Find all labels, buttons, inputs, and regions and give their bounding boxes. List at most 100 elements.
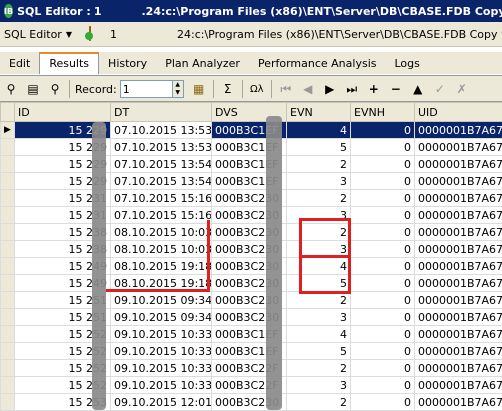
cell-dt[interactable]: 07.10.2015 15:16 [111,190,212,207]
col-header-evnh[interactable]: EVNH [351,103,415,122]
table-row[interactable]: 15 23107.10.2015 15:16000B3C230300000001… [1,207,502,224]
tab-history[interactable]: History [99,54,156,74]
cell-evnh[interactable]: 0 [351,139,415,156]
cell-evn[interactable]: 2 [287,156,351,173]
cell-dt[interactable]: 09.10.2015 09:34 [111,309,212,326]
cell-evn[interactable]: 2 [287,360,351,377]
cell-evnh[interactable]: 0 [351,394,415,411]
table-row[interactable]: 15 25209.10.2015 10:33000B3C1EF500000001… [1,343,502,360]
cell-evnh[interactable]: 0 [351,224,415,241]
sum-icon[interactable]: Σ [219,80,237,98]
cell-uid[interactable]: 0000001B7A67 [415,394,502,411]
table-row[interactable]: 15 23107.10.2015 15:16000B3C230200000001… [1,190,502,207]
cell-uid[interactable]: 0000001B7A67 [415,241,502,258]
cell-dt[interactable]: 07.10.2015 13:53 [111,139,212,156]
filter-settings-icon[interactable]: ▤ [24,80,42,98]
table-row[interactable]: 15 24908.10.2015 19:18000B3C230400000001… [1,258,502,275]
cell-dt[interactable]: 08.10.2015 19:18 [111,258,212,275]
post-icon[interactable]: ✓ [431,80,449,98]
cell-evnh[interactable]: 0 [351,292,415,309]
tab-performance-analysis[interactable]: Performance Analysis [249,54,386,74]
table-row[interactable]: 15 25209.10.2015 10:33000B3C1EF400000001… [1,326,502,343]
tab-plan-analyzer[interactable]: Plan Analyzer [156,54,249,74]
cell-uid[interactable]: 0000001B7A67 [415,122,502,139]
cell-evn[interactable]: 2 [287,224,351,241]
tab-edit[interactable]: Edit [0,54,39,74]
cell-uid[interactable]: 0000001B7A67 [415,156,502,173]
cell-dt[interactable]: 07.10.2015 13:54 [111,156,212,173]
cell-dt[interactable]: 07.10.2015 13:54 [111,173,212,190]
cell-evnh[interactable]: 0 [351,190,415,207]
cell-dt[interactable]: 08.10.2015 10:03 [111,224,212,241]
cell-evnh[interactable]: 0 [351,326,415,343]
cell-evn[interactable]: 5 [287,343,351,360]
cell-evn[interactable]: 2 [287,190,351,207]
cell-dt[interactable]: 09.10.2015 09:34 [111,292,212,309]
cell-dt[interactable]: 09.10.2015 10:33 [111,343,212,360]
cell-evn[interactable]: 5 [287,139,351,156]
delete-icon[interactable]: − [387,80,405,98]
col-header-uid[interactable]: UID [415,103,502,122]
record-input[interactable]: 1 ▲▼ [120,80,184,98]
cell-evnh[interactable]: 0 [351,207,415,224]
cell-dt[interactable]: 08.10.2015 10:03 [111,241,212,258]
record-spinner[interactable]: ▲▼ [172,81,183,97]
cell-uid[interactable]: 0000001B7A67 [415,207,502,224]
cell-uid[interactable]: 0000001B7A67 [415,139,502,156]
cell-evn[interactable]: 2 [287,394,351,411]
cell-uid[interactable]: 0000001B7A67 [415,258,502,275]
omega-icon[interactable]: Ωλ [248,80,266,98]
cell-evnh[interactable]: 0 [351,122,415,139]
cell-evnh[interactable]: 0 [351,377,415,394]
table-row[interactable]: 15 25309.10.2015 12:01000B3C230200000001… [1,394,502,411]
table-row[interactable]: 15 25209.10.2015 10:33000B3C22F200000001… [1,360,502,377]
cell-dt[interactable]: 09.10.2015 10:33 [111,360,212,377]
cell-uid[interactable]: 0000001B7A67 [415,377,502,394]
up-icon[interactable]: ▲ [409,80,427,98]
cell-evn[interactable]: 4 [287,326,351,343]
tab-logs[interactable]: Logs [385,54,428,74]
prev-icon[interactable]: ◀ [299,80,317,98]
cell-dt[interactable]: 07.10.2015 15:16 [111,207,212,224]
table-row[interactable]: 15 23808.10.2015 10:03000B3C230200000001… [1,224,502,241]
cell-evnh[interactable]: 0 [351,343,415,360]
col-header-id[interactable]: ID [15,103,111,122]
cell-dt[interactable]: 09.10.2015 10:33 [111,377,212,394]
cell-evn[interactable]: 2 [287,292,351,309]
cell-uid[interactable]: 0000001B7A67 [415,275,502,292]
cell-evnh[interactable]: 0 [351,173,415,190]
table-row[interactable]: 15 25209.10.2015 10:33000B3C22F300000001… [1,377,502,394]
table-row[interactable]: 15 25109.10.2015 09:34000B3C230200000001… [1,292,502,309]
cell-uid[interactable]: 0000001B7A67 [415,224,502,241]
cell-evn[interactable]: 4 [287,122,351,139]
cell-evnh[interactable]: 0 [351,360,415,377]
next-icon[interactable]: ▶ [321,80,339,98]
cell-uid[interactable]: 0000001B7A67 [415,343,502,360]
cell-evnh[interactable]: 0 [351,309,415,326]
cell-evnh[interactable]: 0 [351,275,415,292]
sql-editor-dropdown[interactable]: SQL Editor ▼ [0,24,76,44]
cell-evn[interactable]: 3 [287,377,351,394]
table-row[interactable]: 15 25109.10.2015 09:34000B3C230300000001… [1,309,502,326]
cell-evnh[interactable]: 0 [351,258,415,275]
table-icon[interactable]: ▦ [190,80,208,98]
first-icon[interactable]: ⏮ [277,80,295,98]
filter-add-icon[interactable]: ⚲ [46,80,64,98]
cell-dt[interactable]: 09.10.2015 12:01 [111,394,212,411]
col-header-dt[interactable]: DT [111,103,212,122]
filter-icon[interactable]: ⚲ [2,80,20,98]
cell-uid[interactable]: 0000001B7A67 [415,360,502,377]
table-row[interactable]: 15 22907.10.2015 13:54000B3C1EF300000001… [1,173,502,190]
cell-evn[interactable]: 3 [287,173,351,190]
table-row[interactable]: 15 22907.10.2015 13:54000B3C1EF200000001… [1,156,502,173]
cell-dt[interactable]: 07.10.2015 13:53 [111,122,212,139]
cell-dt[interactable]: 09.10.2015 10:33 [111,326,212,343]
table-row[interactable]: 15 24908.10.2015 19:18000B3C230500000001… [1,275,502,292]
table-row[interactable]: 15 23808.10.2015 10:03000B3C230300000001… [1,241,502,258]
cell-uid[interactable]: 0000001B7A67 [415,173,502,190]
cell-evn[interactable]: 5 [287,275,351,292]
cell-uid[interactable]: 0000001B7A67 [415,190,502,207]
cell-uid[interactable]: 0000001B7A67 [415,292,502,309]
table-row[interactable]: 15 22907.10.2015 13:53000B3C1EF500000001… [1,139,502,156]
add-icon[interactable]: + [365,80,383,98]
